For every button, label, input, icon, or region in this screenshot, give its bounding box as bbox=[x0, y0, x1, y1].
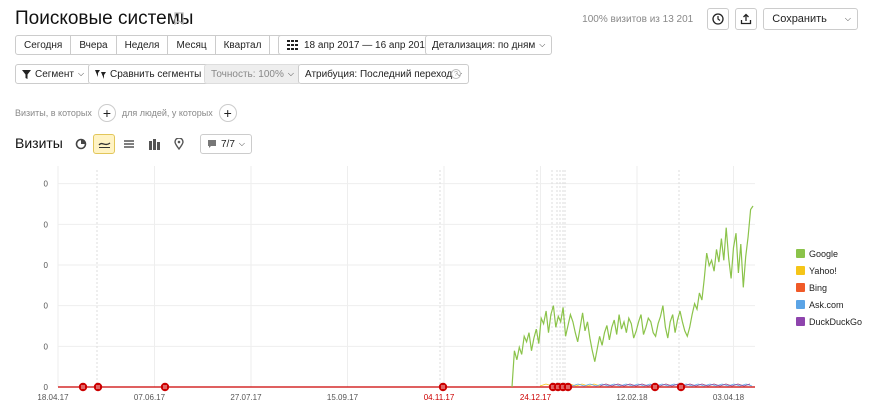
legend-item-ask[interactable]: Ask.com bbox=[796, 296, 862, 313]
area-chart-icon bbox=[124, 140, 134, 148]
help-icon[interactable]: ? bbox=[451, 69, 461, 79]
segment-button[interactable]: Сегмент ⌵ bbox=[15, 64, 92, 84]
event-marker[interactable] bbox=[78, 382, 88, 392]
calendar-icon bbox=[287, 40, 298, 50]
y-tick-label: 0 bbox=[44, 180, 49, 189]
visits-line-chart: 00000018.04.17 07.06.17 27.07.17 15.09.17 04… bbox=[37, 166, 755, 402]
comment-icon bbox=[208, 140, 216, 148]
series-count: 7/7 bbox=[221, 138, 235, 150]
event-marker[interactable] bbox=[93, 382, 103, 392]
legend-label: Bing bbox=[809, 282, 828, 293]
filter-icon bbox=[22, 69, 31, 79]
series-selector[interactable]: 7/7 ⌵ bbox=[200, 134, 252, 154]
period-today[interactable]: Сегодня bbox=[15, 35, 72, 55]
event-marker[interactable] bbox=[676, 382, 686, 392]
chart-type-pie[interactable] bbox=[70, 134, 92, 154]
period-yesterday[interactable]: Вчера bbox=[71, 35, 117, 55]
legend-item-bing[interactable]: Bing bbox=[796, 279, 862, 296]
checkbox-icon bbox=[796, 249, 805, 258]
chart-legend: Google Yahoo! Bing Ask.com DuckDuckGo bbox=[796, 245, 862, 330]
visits-info: 100% визитов из 13 201 bbox=[582, 13, 694, 25]
period-week[interactable]: Неделя bbox=[116, 35, 169, 55]
x-tick-label: 12.02.18 bbox=[616, 393, 648, 402]
map-pin-icon bbox=[174, 138, 184, 150]
accuracy-label: Точность: 100% bbox=[211, 68, 284, 80]
people-condition-label: для людей, у которых bbox=[121, 108, 213, 118]
segment-label: Сегмент bbox=[35, 68, 74, 80]
date-range-picker[interactable]: 18 апр 2017 — 16 апр 2018 bbox=[278, 35, 440, 55]
legend-item-google[interactable]: Google bbox=[796, 245, 862, 262]
legend-label: Yahoo! bbox=[809, 265, 837, 276]
compare-label: Сравнить сегменты bbox=[110, 68, 202, 80]
checkbox-icon bbox=[796, 266, 805, 275]
date-range-label: 18 апр 2017 — 16 апр 2018 bbox=[304, 39, 431, 51]
detail-select[interactable]: Детализация: по дням ⌵ bbox=[425, 35, 553, 55]
y-tick-label: 0 bbox=[44, 220, 49, 229]
y-tick-label: 0 bbox=[44, 261, 49, 270]
bookmark-icon[interactable] bbox=[174, 12, 184, 25]
clock-icon bbox=[712, 13, 724, 25]
legend-label: Google bbox=[809, 248, 839, 259]
chart-type-map[interactable] bbox=[168, 134, 190, 154]
event-marker[interactable] bbox=[160, 382, 170, 392]
chart-type-bar[interactable] bbox=[143, 134, 165, 154]
export-button[interactable] bbox=[735, 8, 758, 30]
attribution-select[interactable]: Атрибуция: Последний переход ⌵ bbox=[298, 64, 470, 84]
bar-chart-icon bbox=[148, 138, 160, 150]
header-actions: 100% визитов из 13 201 Сохранить ⌵ bbox=[582, 8, 858, 30]
add-visit-condition-button[interactable]: + bbox=[97, 104, 116, 122]
chevron-down-icon: ⌵ bbox=[287, 69, 294, 78]
chevron-down-icon: ⌵ bbox=[238, 139, 245, 148]
upload-icon bbox=[741, 13, 752, 25]
line-chart-icon bbox=[97, 142, 110, 148]
series-line-google bbox=[511, 205, 754, 388]
segment-builder: Визиты, в которых + для людей, у которых… bbox=[15, 104, 243, 122]
visits-condition-label: Визиты, в которых bbox=[15, 108, 92, 118]
chevron-down-icon: ⌵ bbox=[77, 69, 85, 78]
legend-label: DuckDuckGo bbox=[809, 316, 863, 327]
x-tick-label: 18.04.17 bbox=[37, 393, 69, 402]
period-month[interactable]: Месяц bbox=[168, 35, 216, 55]
legend-label: Ask.com bbox=[809, 299, 844, 310]
save-button[interactable]: Сохранить ⌵ bbox=[763, 8, 858, 30]
detail-label: Детализация: по дням bbox=[432, 39, 536, 51]
checkbox-icon bbox=[796, 300, 805, 309]
pie-chart-icon bbox=[75, 138, 87, 150]
x-tick-label: 27.07.17 bbox=[230, 393, 262, 402]
period-quarter[interactable]: Квартал bbox=[215, 35, 271, 55]
legend-item-duckduckgo[interactable]: DuckDuckGo bbox=[796, 313, 862, 330]
history-button[interactable] bbox=[707, 8, 730, 30]
y-tick-label: 0 bbox=[44, 383, 49, 392]
chevron-down-icon: ⌵ bbox=[844, 14, 851, 23]
x-tick-label: 24.12.17 bbox=[520, 393, 552, 402]
y-tick-label: 0 bbox=[44, 342, 49, 351]
x-tick-label: 03.04.18 bbox=[713, 393, 745, 402]
compare-icon bbox=[95, 69, 106, 79]
chart-type-area[interactable] bbox=[118, 134, 140, 154]
x-tick-label: 15.09.17 bbox=[327, 393, 359, 402]
y-tick-label: 0 bbox=[44, 302, 49, 311]
event-marker[interactable] bbox=[438, 382, 448, 392]
page-title: Поисковые системы bbox=[15, 8, 194, 29]
event-marker[interactable] bbox=[650, 382, 660, 392]
chart-type-line[interactable] bbox=[93, 134, 115, 154]
period-selector: Сегодня Вчера Неделя Месяц Квартал Год bbox=[15, 35, 304, 55]
attribution-label: Атрибуция: Последний переход bbox=[305, 68, 453, 80]
chevron-down-icon: ⌵ bbox=[539, 40, 546, 49]
chart-title: Визиты bbox=[15, 135, 63, 151]
save-label: Сохранить bbox=[772, 13, 827, 25]
x-tick-label: 04.11.17 bbox=[424, 393, 455, 402]
event-marker[interactable] bbox=[563, 382, 573, 392]
compare-segments-button[interactable]: Сравнить сегменты ⌵ bbox=[88, 64, 219, 84]
x-tick-label: 07.06.17 bbox=[134, 393, 166, 402]
accuracy-select[interactable]: Точность: 100% ⌵ bbox=[204, 64, 301, 84]
legend-item-yahoo[interactable]: Yahoo! bbox=[796, 262, 862, 279]
add-people-condition-button[interactable]: + bbox=[218, 104, 237, 122]
checkbox-icon bbox=[796, 317, 805, 326]
checkbox-icon bbox=[796, 283, 805, 292]
